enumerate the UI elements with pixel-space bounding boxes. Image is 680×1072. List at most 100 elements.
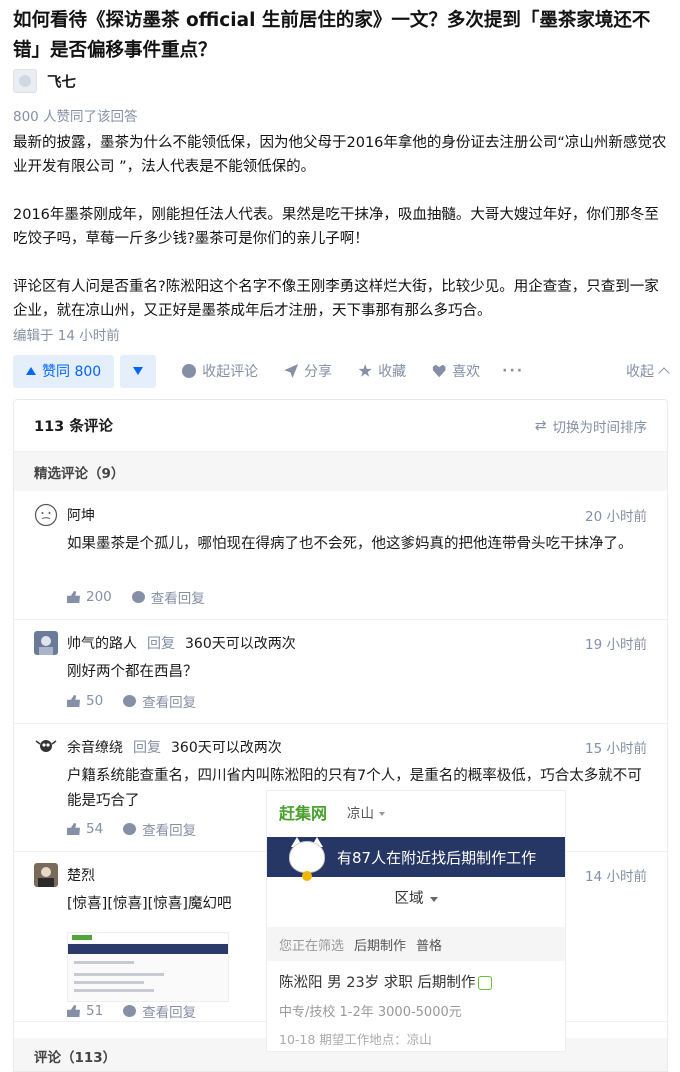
ad-screenshot-image[interactable]: 赶集网 凉山 有87人在附近找后期制作工作 区域 您正在筛选 后期制作 普格 陈…	[266, 790, 566, 1052]
comment-author[interactable]: 余音缭绕	[67, 737, 123, 757]
comment-image[interactable]	[67, 932, 229, 1002]
toggle-comments-label: 收起评论	[202, 364, 259, 380]
featured-comments-header: 精选评论（9）	[14, 452, 667, 491]
comment-author[interactable]: 阿坤	[67, 505, 95, 525]
avatar[interactable]	[34, 735, 58, 759]
verified-icon	[478, 976, 493, 990]
view-replies-label: 查看回复	[142, 695, 197, 711]
share-button[interactable]: 分享	[284, 361, 332, 381]
caret-down-icon	[379, 812, 386, 816]
ad-job-meta: 中专/技校 1-2年 3000-5000元	[279, 1005, 462, 1020]
reply-icon	[123, 695, 137, 707]
comment-text: 刚好两个都在西昌？	[67, 664, 198, 680]
view-replies-button[interactable]: 查看回复	[123, 819, 196, 839]
ad-job-text: 陈淞阳 男 23岁 求职 后期制作	[279, 975, 476, 991]
comment-time: 14 小时前	[585, 869, 647, 885]
caret-down-icon	[429, 896, 438, 902]
comment-likes[interactable]: 54	[86, 821, 103, 837]
ad-region: 区域	[267, 887, 565, 908]
upvote-label: 赞同 800	[42, 364, 102, 380]
comment-count: 113 条评论	[34, 419, 113, 435]
question-title[interactable]: 如何看待《探访墨茶 official 生前居住的家》一文？多次提到「墨茶家境还不…	[13, 6, 668, 66]
sort-toggle-button[interactable]: ⇄ 切换为时间排序	[535, 416, 647, 436]
view-replies-label: 查看回复	[142, 823, 197, 839]
comment-header: 余音缭绕 回复 360天可以改两次 15 小时前	[34, 733, 647, 761]
comment-text: 如果墨茶是个孤儿，哪怕现在得病了也不会死，他这爹妈真的把他连带骨头吃干抹净了。	[67, 536, 633, 552]
comment-footer: 54 查看回复	[67, 814, 196, 844]
collapse-label: 收起	[626, 364, 654, 380]
avatar[interactable]	[34, 503, 58, 527]
favorite-label: 收藏	[378, 364, 407, 380]
comment-author[interactable]: 帅气的路人	[67, 633, 137, 653]
reply-icon	[123, 823, 137, 835]
comment-likes[interactable]: 200	[86, 589, 112, 605]
view-replies-label: 查看回复	[142, 1005, 197, 1021]
author-avatar[interactable]	[13, 69, 37, 93]
share-icon	[284, 364, 299, 378]
answer-paragraph: 评论区有人问是否重名?陈淞阳这个名字不像王刚李勇这样烂大街，比较少见。用企查查，…	[13, 279, 659, 319]
ad-filter-tag: 后期制作	[354, 938, 407, 954]
comment-item: 帅气的路人 回复 360天可以改两次 19 小时前 刚好两个都在西昌？ 50 查…	[14, 620, 667, 724]
comment-time: 20 小时前	[585, 509, 647, 525]
like-button[interactable]: 喜欢	[432, 361, 480, 381]
author-info: 飞七	[13, 69, 76, 93]
edited-time[interactable]: 编辑于 14 小时前	[13, 324, 120, 344]
like-label: 喜欢	[452, 364, 481, 380]
thumb-up-icon[interactable]	[67, 695, 80, 707]
reply-word: 回复	[133, 740, 161, 756]
comment-author[interactable]: 楚烈	[67, 865, 95, 885]
ad-filter-label: 您正在筛选	[279, 938, 345, 954]
view-replies-label: 查看回复	[150, 591, 205, 607]
ad-filter-bar: 您正在筛选 后期制作 普格	[267, 927, 565, 961]
comment-time: 15 小时前	[585, 741, 647, 757]
comment-footer: 51 查看回复	[67, 996, 196, 1026]
comment-footer: 50 查看回复	[67, 686, 196, 716]
share-label: 分享	[304, 364, 333, 380]
avatar[interactable]	[34, 631, 58, 655]
comment-header: 帅气的路人 回复 360天可以改两次 19 小时前	[34, 629, 647, 657]
thumb-up-icon[interactable]	[67, 591, 80, 603]
triangle-up-icon	[26, 367, 36, 375]
avatar[interactable]	[34, 863, 58, 887]
collapse-button[interactable]: 收起	[626, 361, 670, 381]
toggle-comments-button[interactable]: 收起评论	[182, 361, 258, 381]
ad-job-title: 陈淞阳 男 23岁 求职 后期制作	[279, 971, 493, 992]
reply-target[interactable]: 360天可以改两次	[185, 633, 296, 653]
comment-item: 阿坤 20 小时前 如果墨茶是个孤儿，哪怕现在得病了也不会死，他这爹妈真的把他连…	[14, 492, 667, 620]
ad-city-label: 凉山	[347, 806, 375, 822]
reply-target[interactable]: 360天可以改两次	[171, 737, 282, 757]
chevron-up-icon	[658, 367, 670, 379]
comment-likes[interactable]: 51	[86, 1003, 103, 1019]
comment-icon	[182, 364, 197, 378]
reply-icon	[131, 591, 145, 603]
downvote-button[interactable]	[120, 354, 157, 388]
ad-filter-tag: 普格	[416, 938, 443, 954]
heart-icon	[432, 364, 446, 378]
favorite-button[interactable]: 收藏	[358, 361, 406, 381]
swap-icon: ⇄	[534, 417, 547, 434]
sort-toggle-label: 切换为时间排序	[552, 419, 648, 436]
view-replies-button[interactable]: 查看回复	[131, 587, 205, 607]
answer-paragraph: 2016年墨茶刚成年，刚能担任法人代表。果然是吃干抹净，吸血抽髓。大哥大嫂过年好…	[13, 207, 659, 247]
ganji-logo: 赶集网	[279, 804, 328, 823]
triangle-down-icon	[133, 367, 144, 375]
thumb-up-icon[interactable]	[67, 823, 80, 835]
lucky-cat-icon	[287, 837, 327, 881]
more-button[interactable]: ···	[502, 363, 524, 379]
comment-likes[interactable]: 50	[86, 693, 103, 709]
comments-header: 113 条评论 ⇄ 切换为时间排序	[14, 400, 667, 452]
vote-info: 800 人赞同了该回答	[13, 109, 138, 125]
ad-city: 凉山	[347, 802, 386, 822]
answer-content: 最新的披露，墨茶为什么不能领低保，因为他父母于2016年拿他的身份证去注册公司“…	[13, 131, 668, 323]
comment-header: 阿坤 20 小时前	[34, 501, 647, 529]
ad-region-label: 区域	[394, 891, 424, 907]
thumb-up-icon[interactable]	[67, 1005, 80, 1017]
author-name[interactable]: 飞七	[47, 71, 76, 92]
view-replies-button[interactable]: 查看回复	[123, 1001, 196, 1021]
reply-icon	[123, 1005, 137, 1017]
answer-actions: 赞同 800 收起评论 分享 收藏 喜欢 ··· 收起	[13, 354, 670, 388]
view-replies-button[interactable]: 查看回复	[123, 691, 196, 711]
upvote-button[interactable]: 赞同 800	[13, 354, 115, 388]
ad-job-date: 10-18 期望工作地点：凉山	[279, 1032, 432, 1047]
comment-time: 19 小时前	[585, 637, 647, 653]
